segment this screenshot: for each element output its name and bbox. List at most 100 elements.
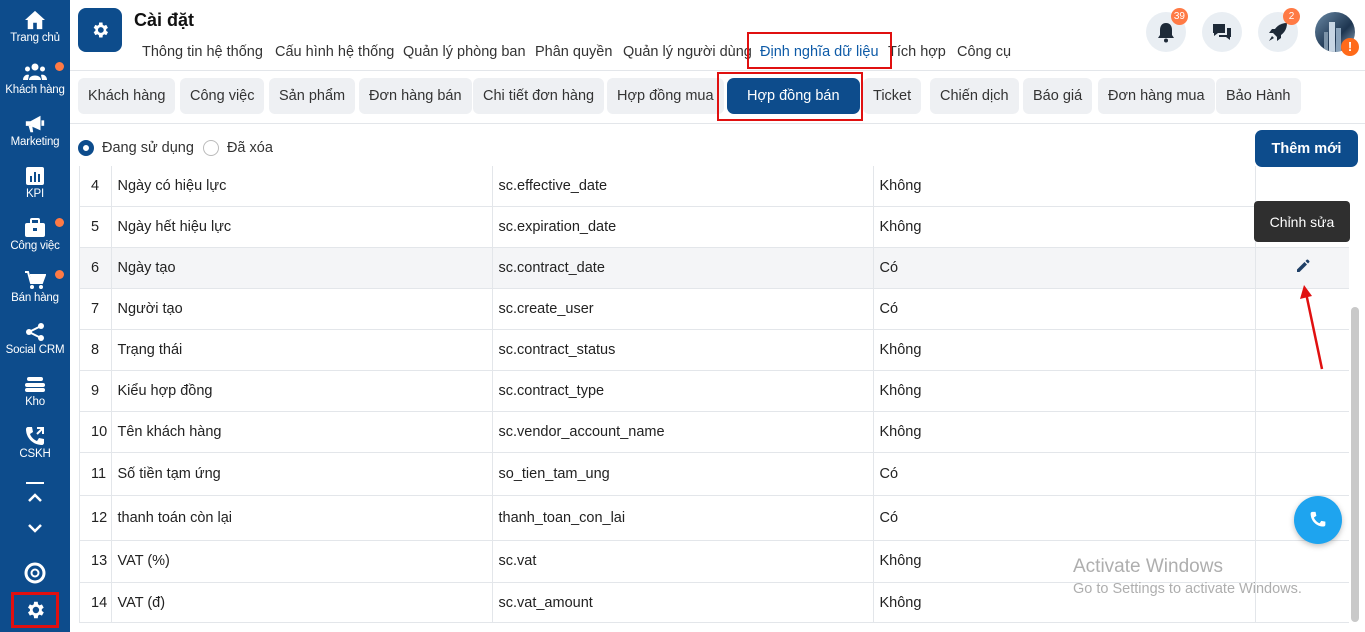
- tab-users[interactable]: Quản lý người dùng: [623, 44, 752, 60]
- sidebar: Trang chủ Khách hàng Marketing KPI Công …: [0, 0, 70, 632]
- subtab-customers[interactable]: Khách hàng: [78, 78, 176, 114]
- gear-icon: [28, 601, 44, 619]
- subtab-purchase-contracts[interactable]: Hợp đồng mua: [607, 78, 724, 114]
- tab-tools[interactable]: Công cụ: [957, 44, 1011, 60]
- users-icon: [23, 63, 47, 80]
- table-row[interactable]: 6 Ngày tạo sc.contract_date Có: [80, 247, 1349, 289]
- table-row[interactable]: 4 Ngày có hiệu lực sc.effective_date Không: [80, 166, 1349, 207]
- field-required: Không: [873, 206, 1256, 248]
- table-row[interactable]: 10 Tên khách hàng sc.vendor_account_name Kh…: [80, 411, 1349, 453]
- field-required: Không: [873, 329, 1256, 371]
- chat-icon: [1213, 24, 1231, 40]
- row-number: 7: [80, 288, 112, 330]
- tab-system-config[interactable]: Cấu hình hệ thống: [275, 44, 394, 60]
- field-required: Có: [873, 247, 1256, 289]
- notification-count-badge: 39: [1170, 8, 1188, 25]
- status-filter: Đang sử dụng Đã xóa: [78, 138, 273, 158]
- megaphone-icon: [25, 115, 45, 133]
- field-name: thanh toán còn lại: [111, 495, 493, 541]
- windows-watermark-subtitle: Go to Settings to activate Windows.: [1073, 581, 1302, 597]
- table-row[interactable]: 12 thanh toán còn lại thanh_toan_con_lai Có: [80, 495, 1349, 541]
- sidebar-item-label: Công việc: [10, 240, 60, 252]
- avatar-warning-badge: !: [1341, 38, 1359, 56]
- rocket-icon: [1269, 23, 1287, 41]
- add-new-button[interactable]: Thêm mới: [1255, 130, 1358, 167]
- subtab-purchase-orders[interactable]: Đơn hàng mua: [1098, 78, 1215, 114]
- table-row[interactable]: 9 Kiểu hợp đồng sc.contract_type Không: [80, 370, 1349, 412]
- row-number: 11: [80, 452, 112, 496]
- settings-logo: [78, 8, 122, 52]
- field-key: sc.contract_type: [492, 370, 874, 412]
- divider: [70, 70, 1365, 71]
- subtab-ticket[interactable]: Ticket: [863, 78, 922, 114]
- tab-integration[interactable]: Tích hợp: [888, 44, 946, 60]
- phone-icon: [1310, 511, 1326, 527]
- radio-in-use[interactable]: [78, 140, 94, 156]
- radio-in-use-label[interactable]: Đang sử dụng: [102, 140, 194, 156]
- rocket-count-badge: 2: [1283, 8, 1300, 25]
- scrollbar-thumb[interactable]: [1351, 307, 1359, 622]
- sidebar-item-social-crm[interactable]: Social CRM: [0, 316, 70, 364]
- divider: [70, 123, 1365, 124]
- row-number: 9: [80, 370, 112, 412]
- page-title: Cài đặt: [134, 10, 195, 30]
- field-name: VAT (%): [111, 540, 493, 583]
- row-number: 14: [80, 582, 112, 622]
- cart-icon: [25, 271, 46, 289]
- subtab-tasks[interactable]: Công việc: [180, 78, 265, 114]
- sidebar-item-cskh[interactable]: CSKH: [0, 420, 70, 468]
- row-number: 13: [80, 540, 112, 583]
- gear-icon: [93, 22, 108, 38]
- field-name: Ngày có hiệu lực: [111, 166, 493, 207]
- table-row[interactable]: 11 Số tiền tạm ứng so_tien_tam_ung Có: [80, 452, 1349, 496]
- field-name: VAT (đ): [111, 582, 493, 622]
- chevron-down-icon[interactable]: [0, 522, 70, 540]
- support-icon[interactable]: [0, 562, 70, 589]
- edit-icon[interactable]: [1295, 258, 1311, 278]
- row-number: 12: [80, 495, 112, 541]
- sidebar-item-label: Trang chủ: [10, 32, 60, 44]
- subtab-products[interactable]: Sản phẩm: [269, 78, 356, 114]
- field-key: sc.vat_amount: [492, 582, 874, 622]
- sidebar-item-warehouse[interactable]: Kho: [0, 368, 70, 416]
- sidebar-item-tasks[interactable]: Công việc: [0, 212, 70, 260]
- subtab-warranty[interactable]: Bảo Hành: [1216, 78, 1301, 114]
- notification-dot: [55, 62, 64, 71]
- table-row[interactable]: 8 Trạng thái sc.contract_status Không: [80, 329, 1349, 371]
- notifications-button[interactable]: 39: [1146, 8, 1188, 52]
- sidebar-item-home[interactable]: Trang chủ: [0, 4, 70, 52]
- chevron-up-icon[interactable]: [0, 490, 70, 508]
- sidebar-item-customers[interactable]: Khách hàng: [0, 56, 70, 104]
- tab-departments[interactable]: Quản lý phòng ban: [403, 44, 526, 60]
- chart-icon: [26, 167, 44, 185]
- radio-deleted[interactable]: [202, 140, 219, 156]
- rocket-button[interactable]: 2: [1258, 8, 1300, 52]
- subtab-quotes[interactable]: Báo giá: [1023, 78, 1093, 114]
- chat-button[interactable]: [1202, 12, 1242, 52]
- subtab-order-details[interactable]: Chi tiết đơn hàng: [473, 78, 605, 114]
- subtab-campaigns[interactable]: Chiến dịch: [930, 78, 1019, 114]
- row-actions: [1255, 247, 1349, 289]
- tab-permissions[interactable]: Phân quyền: [535, 44, 612, 60]
- subtab-sales-orders[interactable]: Đơn hàng bán: [359, 78, 472, 114]
- row-actions: [1255, 370, 1349, 412]
- sidebar-item-label: Bán hàng: [11, 292, 59, 304]
- settings-button[interactable]: [11, 592, 59, 628]
- warehouse-icon: [25, 377, 45, 392]
- table-scrollbar[interactable]: [1351, 172, 1359, 622]
- field-name: Ngày tạo: [111, 247, 493, 289]
- field-name: Ngày hết hiệu lực: [111, 206, 493, 248]
- call-fab-button[interactable]: [1294, 496, 1342, 544]
- table-row[interactable]: 7 Người tạo sc.create_user Có: [80, 288, 1349, 330]
- sidebar-item-label: Marketing: [10, 136, 60, 148]
- sidebar-item-label: Khách hàng: [5, 84, 65, 96]
- briefcase-icon: [25, 218, 45, 237]
- row-number: 10: [80, 411, 112, 453]
- annotation-arrow: [1300, 285, 1324, 370]
- tab-system-info[interactable]: Thông tin hệ thống: [142, 44, 263, 60]
- sidebar-item-marketing[interactable]: Marketing: [0, 108, 70, 156]
- radio-deleted-label[interactable]: Đã xóa: [227, 140, 273, 156]
- sidebar-item-sales[interactable]: Bán hàng: [0, 264, 70, 312]
- table-row[interactable]: 5 Ngày hết hiệu lực sc.expiration_date Khôn…: [80, 206, 1349, 248]
- sidebar-item-kpi[interactable]: KPI: [0, 160, 70, 208]
